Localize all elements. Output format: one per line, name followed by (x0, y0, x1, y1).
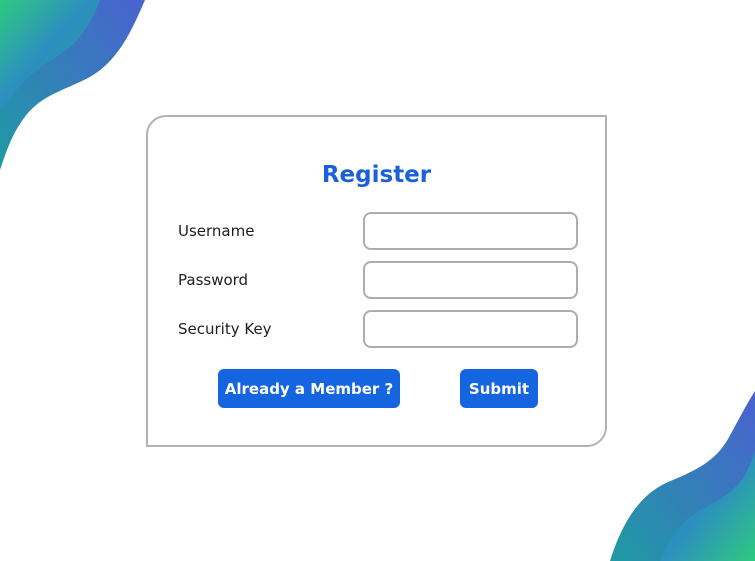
already-member-button[interactable]: Already a Member ? (218, 369, 400, 408)
password-row: Password (148, 261, 605, 299)
security-key-label: Security Key (178, 320, 272, 338)
decorative-wave-bottom-right (610, 391, 755, 561)
decorative-wave-top-left (0, 0, 145, 170)
username-input[interactable] (363, 212, 578, 250)
register-card: Register Username Password Security Key … (146, 115, 607, 447)
security-key-row: Security Key (148, 310, 605, 348)
submit-button[interactable]: Submit (460, 369, 538, 408)
register-title: Register (321, 162, 432, 188)
username-row: Username (148, 212, 605, 250)
password-input[interactable] (363, 261, 578, 299)
username-label: Username (178, 222, 255, 240)
password-label: Password (178, 271, 249, 289)
security-key-input[interactable] (363, 310, 578, 348)
